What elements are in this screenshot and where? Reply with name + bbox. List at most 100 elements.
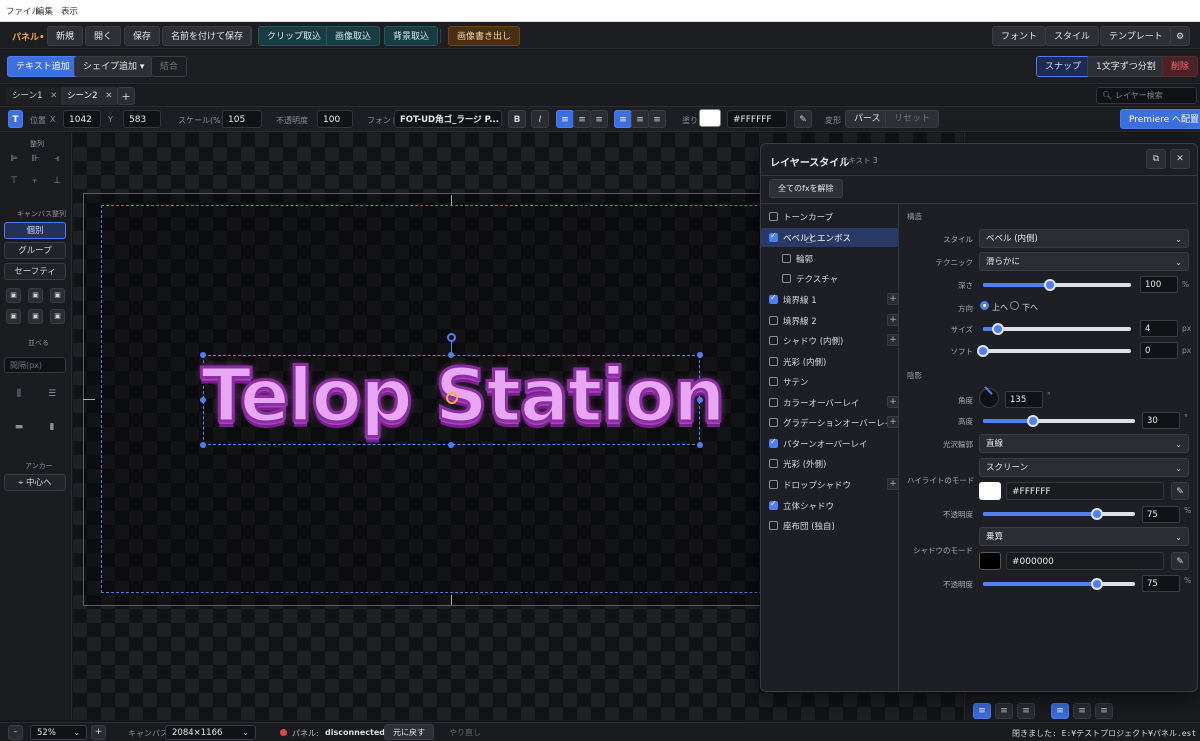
depth-slider[interactable] [983, 279, 1131, 291]
zoom-in-button[interactable]: + [91, 725, 106, 740]
shadow-eyedropper-button[interactable]: ✎ [1171, 552, 1189, 570]
fx-checkbox[interactable] [769, 212, 778, 221]
distribute-h2-icon[interactable]: ▬ [12, 421, 26, 433]
soften-slider[interactable] [977, 345, 1131, 357]
template-button[interactable]: テンプレート [1100, 26, 1172, 46]
close-dialog-button[interactable]: ✕ [1170, 149, 1190, 169]
align-hcenter-icon[interactable]: ⊪ [28, 153, 42, 165]
detach-button[interactable]: ⧉ [1146, 149, 1166, 169]
align-vcenter-icon[interactable]: ⫟ [28, 175, 42, 187]
add-text-button[interactable]: テキスト追加 [7, 56, 79, 77]
pos-br-button[interactable]: ▣ [50, 309, 65, 324]
pos-tl-button[interactable]: ▣ [6, 288, 21, 303]
highlight-mode-select[interactable]: スクリーン ⌄ [979, 458, 1189, 477]
sh-opacity-input[interactable]: 75 [1142, 575, 1180, 592]
undo-button[interactable]: 元に戻す [384, 724, 434, 740]
valign-middle-button[interactable]: ≡ [631, 110, 649, 128]
add-fx-button[interactable]: + [887, 293, 899, 305]
size-input[interactable]: 4 [1140, 320, 1178, 337]
fx-item-inner-shadow[interactable]: シャドウ (内側) + [769, 331, 899, 350]
angle-input[interactable]: 135 [1005, 391, 1043, 408]
safety-button[interactable]: セーフティ [4, 263, 66, 280]
style-select[interactable]: ベベル (内側) ⌄ [979, 229, 1189, 248]
valign-bottom-button[interactable]: ≡ [1095, 703, 1113, 719]
fx-checkbox[interactable] [769, 459, 778, 468]
fill-swatch[interactable] [699, 109, 721, 127]
clear-all-fx-button[interactable]: 全てのfxを解除 [769, 179, 843, 198]
scale-field[interactable]: 105 [222, 110, 262, 128]
font-button[interactable]: フォント [992, 26, 1047, 46]
combine-button[interactable]: 結合 [151, 56, 188, 77]
x-field[interactable]: 1042 [63, 110, 101, 128]
align-bottom-icon[interactable]: ⊥ [50, 175, 64, 187]
altitude-input[interactable]: 30 [1142, 412, 1180, 429]
pos-bc-button[interactable]: ▣ [28, 309, 43, 324]
add-fx-button[interactable]: + [887, 396, 899, 408]
fx-checkbox[interactable] [769, 398, 778, 407]
fx-checkbox[interactable] [782, 254, 791, 263]
align-left-button[interactable]: ≡ [973, 703, 991, 719]
anchor-point[interactable] [446, 392, 458, 404]
fx-item-satin[interactable]: サテン [769, 372, 897, 391]
angle-dial[interactable] [979, 386, 999, 408]
save-button[interactable]: 保存 [124, 26, 161, 46]
add-fx-button[interactable]: + [887, 334, 899, 346]
align-right-icon[interactable]: ⫣ [50, 153, 64, 165]
fx-checkbox[interactable] [769, 480, 778, 489]
hl-opacity-input[interactable]: 75 [1142, 506, 1180, 523]
fx-checkbox[interactable] [769, 336, 778, 345]
add-fx-button[interactable]: + [887, 478, 899, 490]
depth-input[interactable]: 100 [1140, 276, 1178, 293]
individual-button[interactable]: 個別 [4, 222, 66, 239]
delete-button[interactable]: 削除 [1162, 56, 1199, 77]
shadow-color-swatch[interactable] [979, 552, 1001, 570]
shadow-hex-field[interactable]: #000000 [1006, 552, 1164, 570]
gloss-contour-select[interactable]: 直線 ⌄ [979, 434, 1189, 453]
shadow-mode-select[interactable]: 乗算 ⌄ [979, 527, 1189, 546]
italic-button[interactable]: I [531, 110, 549, 128]
clip-import-button[interactable]: クリップ取込 [258, 26, 331, 46]
perspective-button[interactable]: パース [845, 110, 890, 128]
fx-checkbox[interactable] [769, 357, 778, 366]
altitude-slider[interactable] [983, 415, 1135, 427]
fx-item-pattern-overlay[interactable]: パターンオーバーレイ [769, 434, 897, 453]
fx-checkbox[interactable] [782, 274, 791, 283]
fx-checkbox[interactable] [769, 377, 778, 386]
fx-item-stroke-2[interactable]: 境界線 2 + [769, 311, 899, 330]
add-fx-button[interactable]: + [887, 416, 899, 428]
highlight-hex-field[interactable]: #FFFFFF [1006, 482, 1164, 500]
reset-button[interactable]: リセット [885, 110, 940, 128]
fx-item-drop-shadow[interactable]: ドロップシャドウ + [769, 475, 899, 494]
fx-checkbox[interactable] [769, 521, 778, 530]
fx-item-3d-shadow[interactable]: 立体シャドウ [769, 496, 897, 515]
bold-button[interactable]: B [508, 110, 526, 128]
dir-down-radio[interactable] [1010, 301, 1019, 310]
image-export-button[interactable]: 画像書き出し [448, 26, 521, 46]
fx-item-inner-glow[interactable]: 光彩 (内側) [769, 352, 897, 371]
fx-item-cushion[interactable]: 座布団 (独自) [769, 516, 897, 535]
snap-button[interactable]: スナップ [1036, 56, 1091, 77]
highlight-color-swatch[interactable] [979, 482, 1001, 500]
fx-item-tone-curve[interactable]: トーンカーブ [769, 207, 897, 226]
premiere-place-button[interactable]: Premiere へ配置 [1120, 109, 1200, 129]
distribute-v-icon[interactable]: ☰ [45, 388, 59, 400]
technique-select[interactable]: 滑らかに ⌄ [979, 252, 1189, 271]
zoom-select[interactable]: 52% ⌄ [30, 725, 87, 740]
fx-checkbox[interactable] [769, 418, 778, 427]
align-right-button[interactable]: ≡ [590, 110, 608, 128]
image-import-button[interactable]: 画像取込 [326, 26, 381, 46]
save-as-button[interactable]: 名前を付けて保存 [162, 26, 253, 46]
align-left-button[interactable]: ≡ [556, 110, 574, 128]
highlight-eyedropper-button[interactable]: ✎ [1171, 482, 1189, 500]
settings-button[interactable]: ⚙ [1170, 26, 1191, 46]
valign-middle-button[interactable]: ≡ [1073, 703, 1091, 719]
fx-checkbox[interactable] [769, 437, 778, 448]
menu-edit[interactable]: 編集 [36, 5, 53, 17]
resize-handle[interactable] [200, 442, 206, 448]
fill-hex-field[interactable]: #FFFFFF [727, 110, 787, 128]
fx-item-texture[interactable]: テクスチャ [782, 269, 897, 288]
resize-handle[interactable] [448, 442, 454, 448]
fx-item-color-overlay[interactable]: カラーオーバーレイ + [769, 393, 899, 412]
fx-checkbox[interactable] [769, 293, 778, 304]
distribute-h-icon[interactable]: ⫼ [12, 388, 26, 400]
